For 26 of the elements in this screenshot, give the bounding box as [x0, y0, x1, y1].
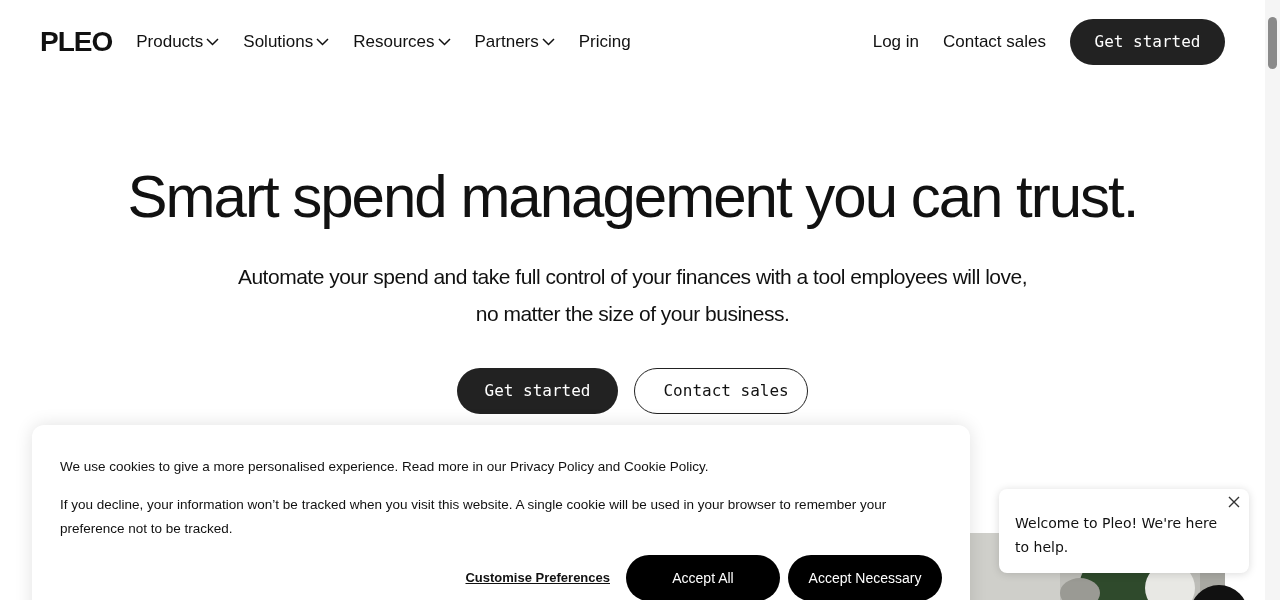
- nav-link[interactable]: Partners: [474, 29, 555, 55]
- nav-link[interactable]: Resources: [353, 29, 451, 55]
- chevron-down-icon: [206, 38, 220, 46]
- chat-message: Welcome to Pleo! We're here to help.: [1015, 515, 1218, 555]
- cookie-text: If you decline, your information won’t be tracked when you visit this website. A single cookie will be used in your browser to remember your preference not to be tracked.: [60, 496, 888, 538]
- login-link[interactable]: Log in: [872, 29, 919, 55]
- hero-subtitle: Automate your spend and take full control of your finances with a tool employees will love, no matter the size of your business.: [237, 264, 1028, 327]
- nav-link[interactable]: Solutions: [243, 29, 330, 55]
- logo[interactable]: PLEO: [40, 28, 113, 56]
- scrollbar[interactable]: [1265, 0, 1280, 600]
- cookie-text: We use cookies to give a more personalised experience. Read more in our Privacy Policy and Cookie Policy.: [60, 458, 710, 476]
- contact-sales-link[interactable]: Contact sales: [943, 29, 1046, 55]
- contact-sales-button[interactable]: Contact sales: [634, 368, 809, 414]
- accept-button[interactable]: Accept Necessary: [788, 555, 942, 600]
- customise-preferences-link[interactable]: Customise Preferences: [465, 568, 610, 588]
- hero-title: Smart spend management you can trust.: [126, 164, 1139, 230]
- nav-link[interactable]: Products: [136, 29, 220, 55]
- chevron-down-icon: [316, 38, 330, 46]
- accept-button[interactable]: Accept All: [626, 555, 780, 600]
- close-icon[interactable]: [1227, 495, 1241, 509]
- get-started-button[interactable]: Get started: [1070, 19, 1225, 65]
- get-started-button[interactable]: Get started: [456, 368, 619, 414]
- scrollbar-thumb[interactable]: [1268, 17, 1277, 69]
- nav-link[interactable]: Pricing: [578, 29, 631, 55]
- chevron-down-icon: [541, 38, 555, 46]
- chevron-down-icon: [437, 38, 451, 46]
